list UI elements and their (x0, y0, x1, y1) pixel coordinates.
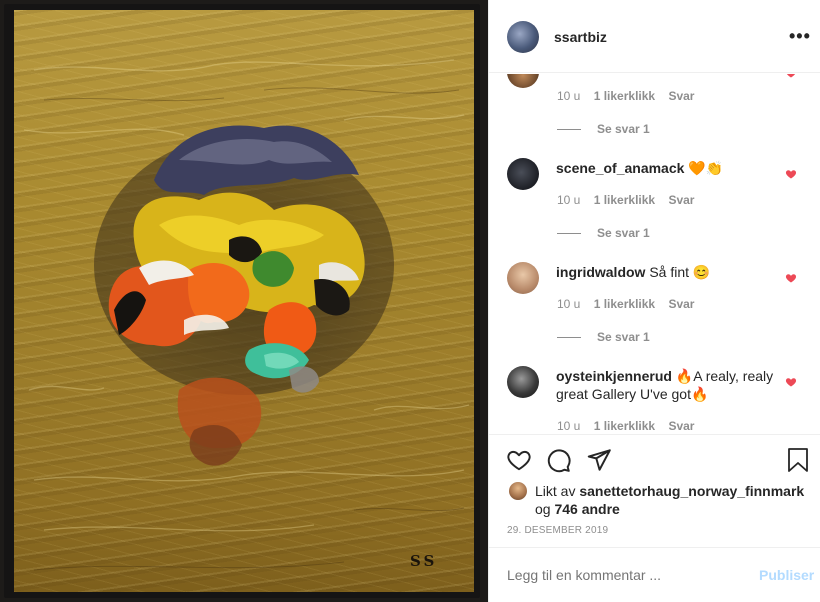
view-replies-button[interactable]: Se svar 1 (557, 330, 650, 344)
comment-time[interactable]: 10 u (557, 89, 580, 103)
post-header: ssartbiz ••• (489, 0, 820, 73)
comment-like-count[interactable]: 1 likerklikk (594, 297, 655, 311)
author-username[interactable]: ssartbiz (554, 29, 607, 45)
comment-text: scene_of_anamack 🧡👏 (556, 159, 778, 177)
comment-like-count[interactable]: 1 likerklikk (594, 89, 655, 103)
author-avatar[interactable] (507, 21, 539, 53)
comment-username[interactable]: ingridwaldow (556, 264, 645, 280)
replies-divider (557, 129, 581, 131)
publish-button[interactable]: Publiser (759, 567, 814, 583)
comment-time[interactable]: 10 u (557, 193, 580, 207)
comment-text: ingridwaldow Så fint 😊 (556, 263, 778, 281)
painting-signature: SS (410, 552, 438, 570)
view-replies-label: Se svar 1 (597, 122, 650, 136)
add-comment-bar: Legg til en kommentar ... Publiser (489, 547, 820, 602)
view-replies-label: Se svar 1 (597, 226, 650, 240)
comment-time[interactable]: 10 u (557, 297, 580, 311)
likes-count[interactable]: 746 andre (554, 501, 619, 517)
post-date[interactable]: 29. DESEMBER 2019 (507, 525, 608, 536)
view-replies-button[interactable]: Se svar 1 (557, 122, 650, 136)
replies-divider (557, 337, 581, 339)
comment-reply-button[interactable]: Svar (668, 89, 694, 103)
heart-outline-icon[interactable] (506, 447, 532, 473)
painting-canvas: SS (14, 10, 474, 592)
comment-body: Så fint 😊 (645, 264, 711, 280)
replies-divider (557, 233, 581, 235)
likes-middle: og (535, 501, 555, 517)
heart-filled-icon[interactable] (785, 272, 797, 284)
comment-like-count[interactable]: 1 likerklikk (594, 193, 655, 207)
comment-meta: 10 u 1 likerklikk Svar (557, 419, 704, 433)
liker-avatar[interactable] (509, 482, 527, 500)
post-image[interactable]: SS (0, 0, 488, 602)
comment-avatar[interactable] (507, 262, 539, 294)
comment-reply-button[interactable]: Svar (668, 419, 694, 433)
comment-avatar[interactable] (507, 158, 539, 190)
comment-like-count[interactable]: 1 likerklikk (594, 419, 655, 433)
comment-meta: 10 u 1 likerklikk Svar (557, 193, 704, 207)
view-replies-label: Se svar 1 (597, 330, 650, 344)
comment-avatar[interactable] (507, 74, 539, 88)
comment-text: oysteinkjennerud 🔥A realy, realy great G… (556, 367, 778, 403)
abstract-painting (23, 59, 470, 571)
likes-prefix: Likt av (535, 483, 580, 499)
comments-list[interactable]: 10 u 1 likerklikk Svar Se svar 1 scene_o… (489, 74, 820, 434)
comment-reply-button[interactable]: Svar (668, 297, 694, 311)
comment-username[interactable]: oysteinkjennerud (556, 368, 672, 384)
more-horizontal-icon[interactable]: ••• (789, 27, 811, 45)
likes-summary: Likt av sanettetorhaug_norway_finnmark o… (535, 482, 805, 518)
comment-username[interactable]: scene_of_anamack (556, 160, 684, 176)
comment-body: 🧡👏 (684, 160, 724, 176)
liker-username[interactable]: sanettetorhaug_norway_finnmark (579, 483, 804, 499)
comment-avatar[interactable] (507, 366, 539, 398)
comment-time[interactable]: 10 u (557, 419, 580, 433)
comment-meta: 10 u 1 likerklikk Svar (557, 297, 704, 311)
bookmark-icon[interactable] (786, 447, 810, 473)
post-sidebar: ssartbiz ••• 10 u 1 likerklikk Svar Se s… (488, 0, 820, 602)
comment-reply-button[interactable]: Svar (668, 193, 694, 207)
post-actions: Likt av sanettetorhaug_norway_finnmark o… (489, 434, 820, 544)
view-replies-button[interactable]: Se svar 1 (557, 226, 650, 240)
comment-input[interactable]: Legg til en kommentar ... (507, 567, 661, 583)
heart-filled-icon[interactable] (785, 168, 797, 180)
heart-filled-icon[interactable] (785, 376, 797, 388)
comment-icon[interactable] (546, 447, 572, 473)
heart-filled-icon[interactable] (785, 74, 797, 79)
comment-meta: 10 u 1 likerklikk Svar (557, 89, 704, 103)
share-icon[interactable] (586, 447, 612, 473)
